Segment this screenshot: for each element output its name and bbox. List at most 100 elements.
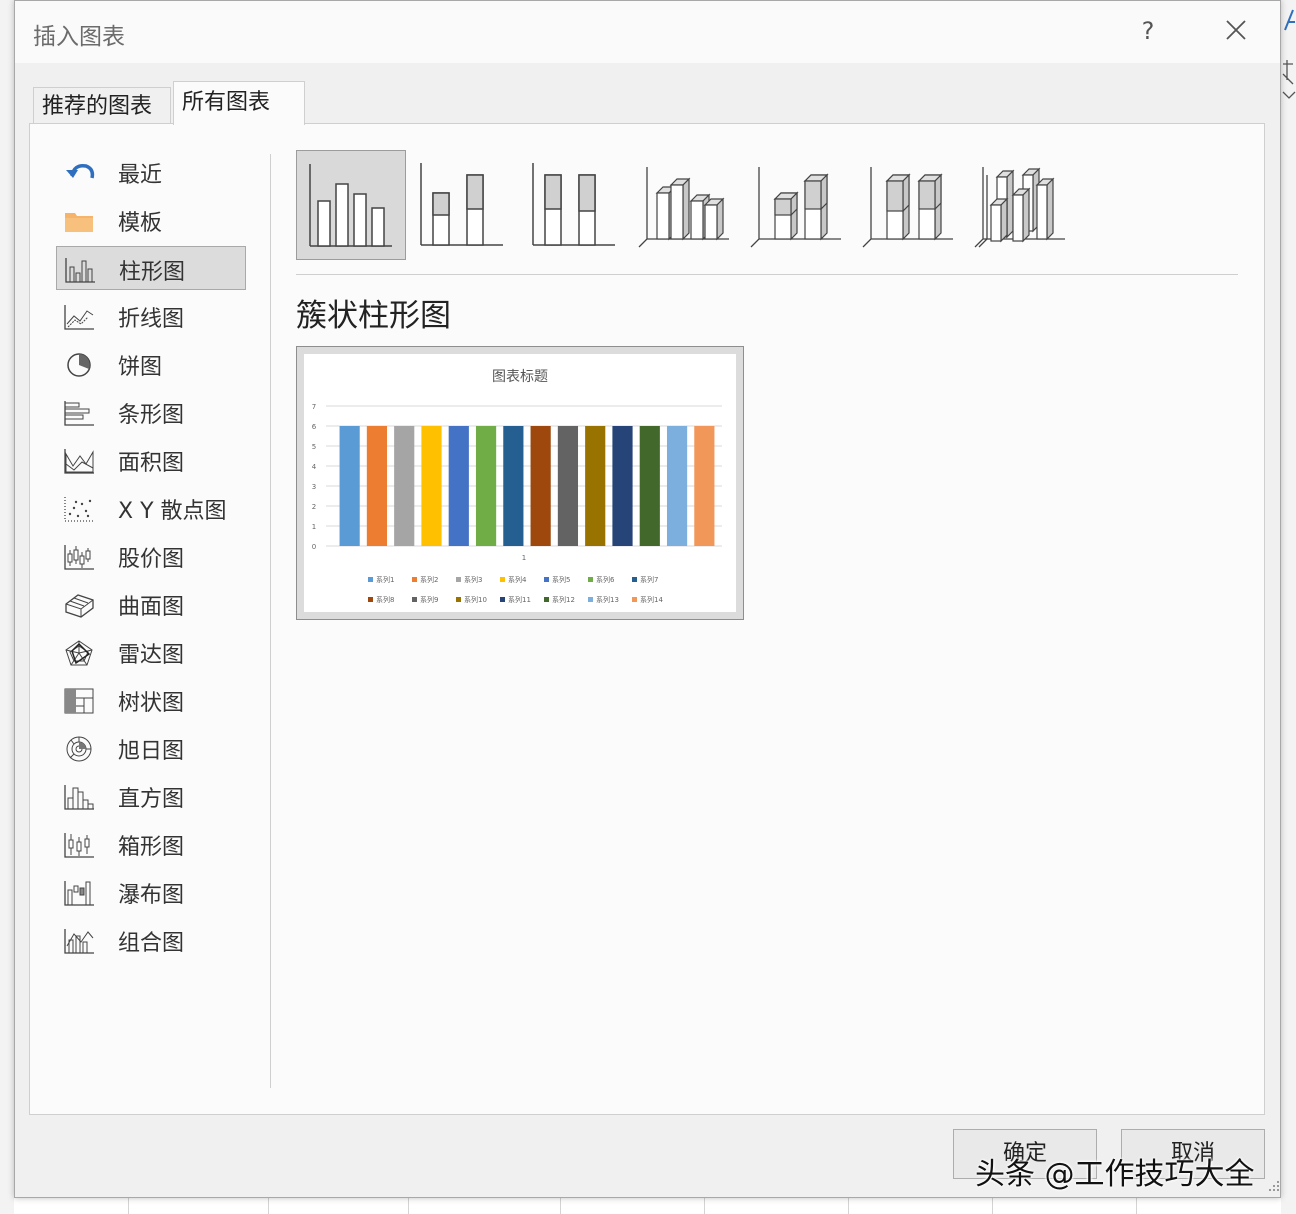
category-label: X Y 散点图 — [118, 499, 227, 524]
subtype-option-4[interactable] — [744, 150, 854, 260]
category-label: 柱形图 — [119, 260, 186, 285]
y-tick-label: 0 — [312, 543, 316, 551]
y-tick-label: 1 — [312, 523, 316, 531]
title-bar: 插入图表 ? — [15, 1, 1280, 63]
legend-label: 系列8 — [376, 595, 394, 604]
category-item-5[interactable]: 条形图 — [56, 390, 246, 434]
y-tick-label: 6 — [312, 423, 317, 431]
column-chart-icon — [65, 258, 95, 283]
grid-line — [1136, 1198, 1137, 1214]
category-item-0[interactable]: 最近 — [56, 150, 246, 194]
category-item-4[interactable]: 饼图 — [56, 342, 246, 386]
legend-swatch — [544, 577, 549, 582]
category-item-9[interactable]: 曲面图 — [56, 582, 246, 626]
legend-label: 系列5 — [552, 575, 570, 584]
divider — [296, 274, 1238, 275]
category-item-10[interactable]: 雷达图 — [56, 630, 246, 674]
category-item-3[interactable]: 折线图 — [56, 294, 246, 338]
category-item-11[interactable]: 树状图 — [56, 678, 246, 722]
bar-series-7 — [503, 426, 524, 546]
bar-series-1 — [339, 426, 360, 546]
scatter-chart-icon — [64, 497, 94, 522]
category-item-13[interactable]: 直方图 — [56, 774, 246, 818]
all-charts-panel: 最近 模板柱形图折线图饼图条形图面积图 X Y 散点图股价图 曲面图 雷达图 树状图旭日图… — [29, 123, 1265, 1115]
legend-label: 系列12 — [552, 595, 575, 604]
y-tick-label: 7 — [312, 403, 316, 411]
subtype-option-6[interactable] — [968, 150, 1078, 260]
legend-label: 系列9 — [420, 595, 438, 604]
legend-swatch — [500, 577, 505, 582]
category-label: 面积图 — [118, 451, 185, 476]
bar-series-2 — [366, 426, 388, 546]
waterfall-chart-icon — [64, 881, 94, 906]
legend-swatch — [368, 577, 373, 582]
category-label: 直方图 — [118, 787, 185, 812]
category-item-6[interactable]: 面积图 — [56, 438, 246, 482]
subtype-option-1[interactable] — [408, 150, 518, 260]
close-icon — [1226, 20, 1246, 40]
resize-grip-icon[interactable] — [1265, 1177, 1281, 1193]
bar-series-9 — [557, 426, 579, 546]
help-button[interactable]: ? — [1133, 13, 1163, 49]
category-label: 旭日图 — [118, 739, 185, 764]
sheet-edge-right — [1281, 0, 1296, 1214]
category-item-15[interactable]: 瀑布图 — [56, 870, 246, 914]
tab-recommended-charts[interactable]: 推荐的图表 — [33, 87, 171, 123]
legend-swatch — [368, 597, 373, 602]
3d-100-stacked-column-icon — [862, 167, 953, 248]
close-button[interactable] — [1217, 13, 1253, 49]
bar-series-5 — [448, 426, 469, 546]
grid-line — [128, 1198, 129, 1214]
grid-line — [268, 1198, 269, 1214]
y-tick-label: 5 — [312, 443, 316, 451]
category-item-2[interactable]: 柱形图 — [56, 246, 246, 290]
sheet-edge-left — [0, 0, 14, 1214]
pie-chart-icon — [67, 353, 91, 377]
100-stacked-column-icon — [532, 163, 615, 246]
y-tick-label: 4 — [312, 463, 317, 471]
chart-type-heading: 簇状柱形图 — [296, 298, 451, 334]
category-item-8[interactable]: 股价图 — [56, 534, 246, 578]
legend-swatch — [412, 577, 417, 582]
legend-swatch — [544, 597, 549, 602]
category-label: 箱形图 — [118, 835, 185, 860]
legend-label: 系列10 — [464, 595, 487, 604]
category-item-7[interactable]: X Y 散点图 — [56, 486, 246, 530]
category-label: 折线图 — [118, 307, 185, 332]
category-item-1[interactable]: 模板 — [56, 198, 246, 242]
legend-swatch — [412, 597, 417, 602]
legend-swatch — [456, 597, 461, 602]
3d-clustered-column-icon — [638, 167, 729, 248]
legend-label: 系列2 — [420, 575, 438, 584]
subtype-option-0[interactable] — [296, 150, 406, 260]
chart-preview-canvas: 图表标题 0 1 2 3 4 5 6 7 1 系列1 系列2 系列3 系列4 系列5 系列6 系列7 系列8 系列… — [304, 354, 736, 612]
subtype-option-2[interactable] — [520, 150, 630, 260]
bar-series-4 — [421, 426, 442, 546]
insert-chart-dialog: 插入图表 ? 推荐的图表 所有图表 最近 模板柱形图折线图饼图条形图面积图 X Y … — [14, 0, 1281, 1198]
tab-all-charts[interactable]: 所有图表 — [173, 81, 305, 125]
area-chart-icon — [64, 449, 94, 474]
category-label: 条形图 — [118, 403, 185, 428]
category-item-14[interactable]: 箱形图 — [56, 822, 246, 866]
bar-series-10 — [585, 426, 606, 546]
legend-swatch — [632, 597, 637, 602]
clustered-column-icon — [309, 164, 392, 247]
sunburst-chart-icon — [66, 736, 92, 762]
category-item-16[interactable]: 组合图 — [56, 918, 246, 962]
grid-line — [560, 1198, 561, 1214]
bar-series-11 — [612, 426, 633, 546]
category-item-12[interactable]: 旭日图 — [56, 726, 246, 770]
legend-label: 系列14 — [640, 595, 663, 604]
subtype-option-3[interactable] — [632, 150, 742, 260]
legend-label: 系列13 — [596, 595, 619, 604]
bar-series-8 — [530, 426, 551, 546]
bar-series-13 — [666, 426, 688, 546]
legend-label: 系列3 — [464, 575, 482, 584]
3d-column-icon — [974, 167, 1065, 248]
subtype-option-5[interactable] — [856, 150, 966, 260]
grid-line — [408, 1198, 409, 1214]
stacked-column-icon — [420, 163, 503, 246]
chart-preview[interactable]: 图表标题 0 1 2 3 4 5 6 7 1 系列1 系列2 系列3 系列4 系列5 系列6 系列7 系列8 系列… — [296, 346, 744, 620]
dialog-title: 插入图表 — [33, 24, 125, 50]
legend-label: 系列4 — [508, 575, 527, 584]
